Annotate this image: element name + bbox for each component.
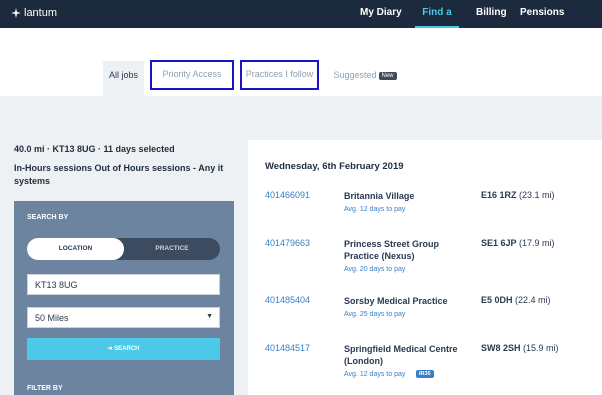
job-row[interactable]: 401466091 Britannia Village Avg. 12 days… bbox=[248, 190, 602, 240]
results-panel: Wednesday, 6th February 2019 401466091 B… bbox=[248, 140, 602, 395]
filter-by-heading: FILTER BY bbox=[27, 385, 63, 392]
dropdown-caret-icon: ▼ bbox=[206, 313, 213, 320]
postcode: E5 0DH bbox=[481, 295, 513, 305]
practice-name: Sorsby Medical Practice bbox=[344, 296, 448, 306]
job-id-link[interactable]: 401485404 bbox=[265, 295, 310, 305]
nav-my-diary[interactable]: My Diary bbox=[360, 0, 402, 28]
search-button[interactable]: ➜ SEARCH bbox=[27, 338, 220, 360]
distance: (22.4 mi) bbox=[515, 295, 551, 305]
search-by-heading: SEARCH BY bbox=[27, 214, 69, 221]
location-input[interactable]: KT13 8UG bbox=[27, 274, 220, 295]
tab-suggested[interactable]: Suggested New bbox=[326, 61, 404, 96]
nav-find-a-job[interactable]: Find a Job bbox=[415, 0, 459, 44]
job-row[interactable]: 401479663 Princess Street Group Practice… bbox=[248, 238, 602, 288]
job-location: E16 1RZ (23.1 mi) bbox=[481, 190, 555, 200]
logo-text: lantum bbox=[24, 7, 58, 19]
job-id-link[interactable]: 401466091 bbox=[265, 190, 310, 200]
postcode: SE1 6JP bbox=[481, 238, 517, 248]
toggle-practice[interactable]: PRACTICE bbox=[124, 238, 220, 260]
nav-billing[interactable]: Billing bbox=[476, 0, 507, 28]
pay-info: Avg. 20 days to pay bbox=[344, 266, 406, 273]
search-panel: SEARCH BY LOCATION PRACTICE KT13 8UG 50 … bbox=[14, 201, 234, 395]
practice-name: Princess Street Group Practice (Nexus) bbox=[344, 239, 440, 261]
search-summary: 40.0 mi · KT13 8UG · 11 days selected bbox=[14, 144, 175, 154]
top-nav-bar: lantum My Diary Find a Job Billing Pensi… bbox=[0, 0, 602, 44]
tab-priority-access[interactable]: Priority Access bbox=[150, 60, 234, 90]
job-location: E5 0DH (22.4 mi) bbox=[481, 295, 551, 305]
practice-name: Springfield Medical Centre (London) bbox=[344, 344, 458, 366]
ir35-badge: IR35 bbox=[416, 370, 434, 378]
results-date-heading: Wednesday, 6th February 2019 bbox=[265, 161, 404, 172]
logo[interactable]: lantum bbox=[11, 7, 57, 19]
tab-practices-i-follow[interactable]: Practices I follow bbox=[240, 60, 319, 90]
distance-select-value: 50 Miles bbox=[35, 313, 69, 323]
session-summary: In-Hours sessions Out of Hours sessions … bbox=[14, 163, 224, 186]
job-location: SW8 2SH (15.9 mi) bbox=[481, 343, 559, 353]
tab-all-jobs[interactable]: All jobs bbox=[103, 61, 144, 96]
job-id-link[interactable]: 401484517 bbox=[265, 343, 310, 353]
distance: (17.9 mi) bbox=[519, 238, 555, 248]
toggle-location[interactable]: LOCATION bbox=[27, 238, 124, 260]
job-tabs: All jobs Priority Access Practices I fol… bbox=[0, 28, 602, 96]
pay-info: Avg. 12 days to pay bbox=[344, 371, 406, 378]
postcode: SW8 2SH bbox=[481, 343, 521, 353]
nav-pensions[interactable]: Pensions bbox=[520, 0, 564, 28]
pay-info: Avg. 25 days to pay bbox=[344, 311, 406, 318]
new-badge: New bbox=[378, 72, 397, 80]
distance: (23.1 mi) bbox=[519, 190, 555, 200]
lantum-logo-icon bbox=[11, 8, 21, 18]
job-row[interactable]: 401485404 Sorsby Medical Practice Avg. 2… bbox=[248, 295, 602, 345]
distance: (15.9 mi) bbox=[523, 343, 559, 353]
job-row[interactable]: 401484517 Springfield Medical Centre (Lo… bbox=[248, 343, 602, 393]
distance-select[interactable]: 50 Miles ▼ bbox=[27, 307, 220, 328]
job-id-link[interactable]: 401479663 bbox=[265, 238, 310, 248]
postcode: E16 1RZ bbox=[481, 190, 517, 200]
pay-info: Avg. 12 days to pay bbox=[344, 206, 406, 213]
search-mode-toggle: LOCATION PRACTICE bbox=[27, 238, 220, 260]
tab-suggested-label: Suggested bbox=[333, 70, 377, 80]
practice-name: Britannia Village bbox=[344, 191, 415, 201]
job-location: SE1 6JP (17.9 mi) bbox=[481, 238, 555, 248]
